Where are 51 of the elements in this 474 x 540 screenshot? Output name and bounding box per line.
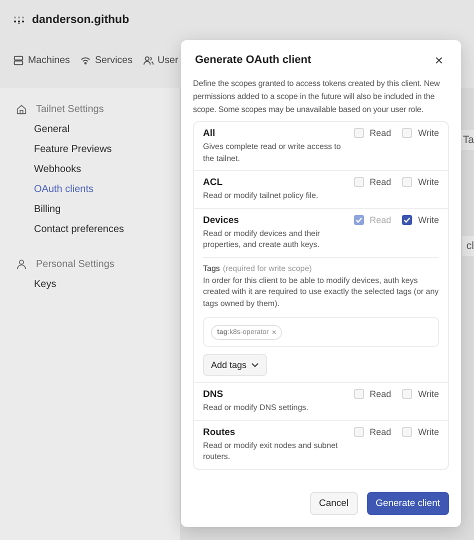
server-icon bbox=[13, 54, 24, 66]
checkbox-label[interactable]: Write bbox=[402, 177, 439, 187]
checkbox-label[interactable]: Write bbox=[402, 389, 439, 399]
close-button[interactable]: × bbox=[430, 52, 447, 68]
checkbox-label[interactable]: Read bbox=[354, 426, 392, 436]
tags-hint: (required for write scope) bbox=[222, 264, 312, 272]
checkbox[interactable] bbox=[402, 214, 412, 224]
person-icon bbox=[16, 259, 27, 270]
scope-description: Read or modify tailnet policy file. bbox=[203, 190, 320, 202]
scope-name: Routes bbox=[203, 426, 236, 438]
cancel-button[interactable]: Cancel bbox=[310, 492, 358, 514]
organization-name: danderson.github bbox=[32, 14, 130, 26]
section-title: Tailnet Settings bbox=[36, 104, 104, 115]
dialog-title: Generate OAuth client bbox=[195, 54, 312, 66]
sidebar-item[interactable]: Contact preferences bbox=[16, 224, 180, 235]
nav-tab[interactable]: Machines bbox=[13, 54, 70, 66]
scope-name: ACL bbox=[203, 177, 224, 188]
tags-description: In order for this client to be able to modify devices, auth keys created with it are required to use exactly the selected tags (or any tags owned by them). bbox=[203, 274, 439, 309]
nav-tab[interactable]: User bbox=[142, 54, 178, 66]
scope-name: Devices bbox=[203, 214, 240, 226]
chevron-down-icon bbox=[250, 362, 259, 368]
home-icon bbox=[16, 104, 27, 115]
nav-tab[interactable]: Services bbox=[80, 54, 133, 66]
checkbox-label[interactable]: Read bbox=[354, 177, 392, 187]
generate-button[interactable]: Generate client bbox=[366, 492, 449, 514]
checkbox-label[interactable]: Write bbox=[402, 214, 439, 224]
tags-label: Tags bbox=[203, 264, 220, 272]
background-text: cl bbox=[462, 236, 474, 256]
scope-name: DNS bbox=[203, 389, 224, 400]
scope-name: All bbox=[203, 128, 216, 139]
logo-icon bbox=[14, 16, 24, 24]
scope-description: Read or modify devices and their properties, and create auth keys. bbox=[203, 228, 321, 250]
section-title: Personal Settings bbox=[36, 259, 114, 270]
sidebar-item[interactable]: Webhooks bbox=[16, 164, 180, 175]
add-tags-button[interactable]: Add tags bbox=[203, 354, 267, 376]
scope-description: Gives complete read or write access to the tailnet. bbox=[203, 141, 342, 164]
checkbox-label[interactable]: Write bbox=[402, 426, 439, 436]
sidebar-item[interactable]: Feature Previews bbox=[16, 144, 180, 155]
remove-tag-button[interactable]: × bbox=[272, 328, 276, 336]
dialog-description: Define the scopes granted to access tokens created by this client. New permissions added to a scope in the future will also be included in the scope. Some scopes may be unavailable based on your user role. bbox=[193, 78, 441, 116]
sidebar-item[interactable]: OAuth clients bbox=[16, 184, 180, 195]
scope-description: Read or modify exit nodes and subnet routers. bbox=[203, 440, 339, 462]
sidebar-item[interactable]: Keys bbox=[16, 279, 180, 290]
checkbox-label[interactable]: Write bbox=[402, 128, 439, 138]
wifi-icon bbox=[80, 54, 91, 66]
checkbox-label[interactable]: Read bbox=[354, 389, 392, 399]
users-icon bbox=[142, 54, 154, 66]
scope-description: Read or modify DNS settings. bbox=[203, 402, 310, 414]
sidebar-item[interactable]: Billing bbox=[16, 204, 180, 215]
sidebar-item[interactable]: General bbox=[16, 124, 180, 135]
checkbox-label[interactable]: Read bbox=[354, 128, 392, 138]
